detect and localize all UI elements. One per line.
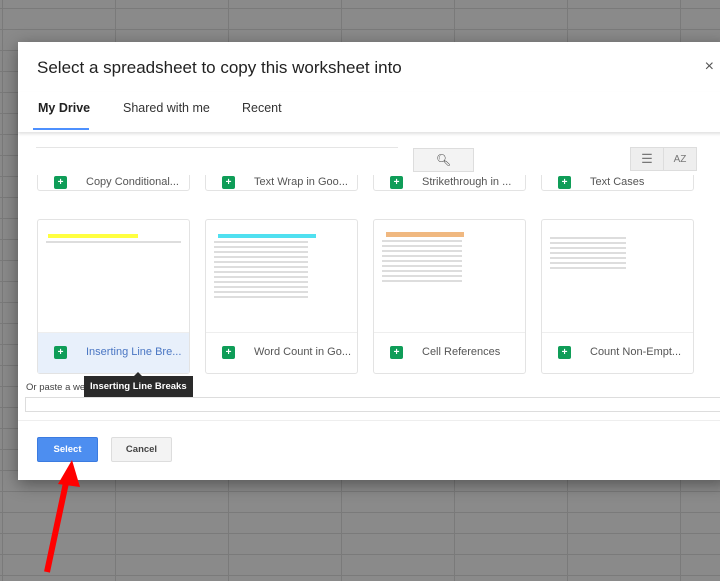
arrow-shaft xyxy=(44,477,70,573)
red-arrow-annotation xyxy=(44,460,80,573)
arrow-head xyxy=(58,460,80,487)
